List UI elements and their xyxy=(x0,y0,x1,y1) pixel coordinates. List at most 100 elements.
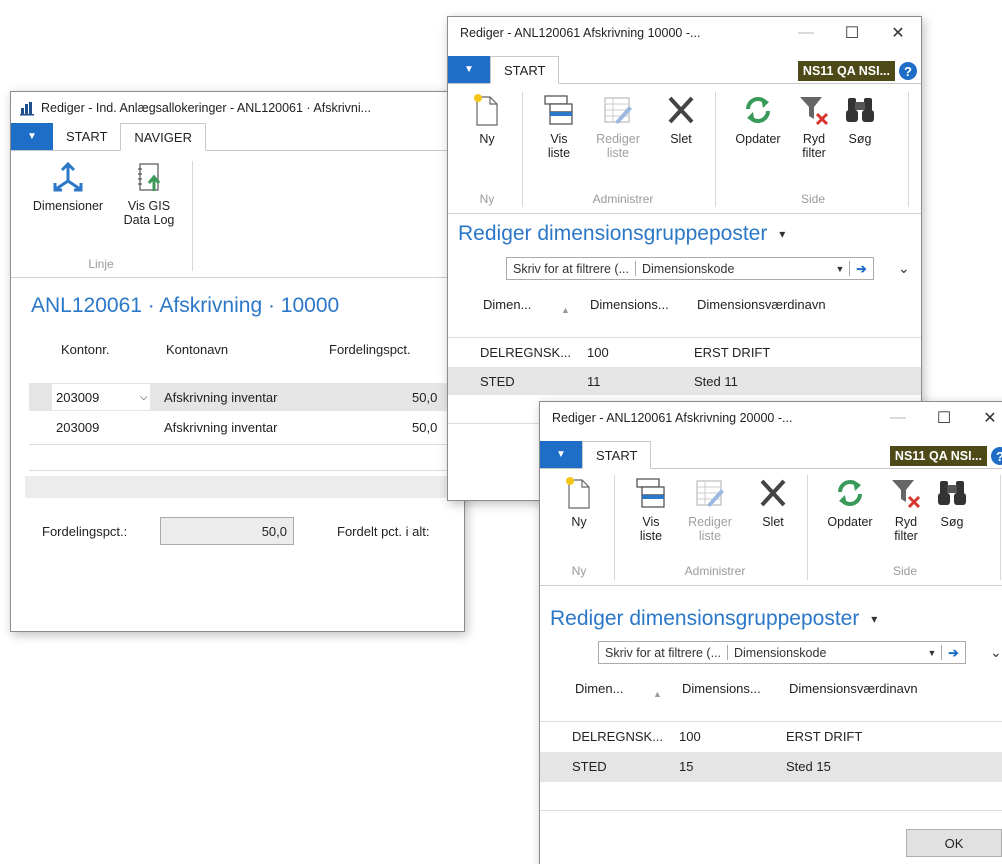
cell-dimensionskode: DELREGNSK... xyxy=(572,729,664,744)
caret-down-icon[interactable]: ▾ xyxy=(871,612,877,626)
table-row[interactable]: DELREGNSK... 100 ERST DRIFT xyxy=(448,338,921,366)
table-row[interactable]: 203009 ⌵ Afskrivning inventar 50,0 xyxy=(11,383,464,411)
column-dimensionsvaerdikode[interactable]: Dimensions... xyxy=(682,681,761,696)
list-view-icon xyxy=(544,95,573,125)
ny-button[interactable]: Ny xyxy=(468,92,506,146)
chevron-down-icon[interactable]: ⌵ xyxy=(140,392,148,403)
row-divider xyxy=(540,810,1002,811)
opdater-label: Opdater xyxy=(827,515,873,529)
app-menu-button[interactable]: ▼ xyxy=(540,441,582,468)
maximize-icon[interactable]: ☐ xyxy=(829,17,875,48)
column-dimensionsvaerdinavn[interactable]: Dimensionsværdinavn xyxy=(789,681,918,696)
close-icon[interactable]: ✕ xyxy=(875,17,921,48)
filter-field-select[interactable]: Dimensionskode xyxy=(635,261,831,276)
table-row[interactable]: DELREGNSK... 100 ERST DRIFT xyxy=(540,722,1002,750)
help-icon[interactable]: ? xyxy=(991,447,1002,465)
group-side: Side xyxy=(892,564,918,578)
rediger-liste-button[interactable]: Rediger liste xyxy=(680,475,740,543)
horizontal-scrollbar[interactable] xyxy=(25,476,464,498)
page-title: Rediger dimensionsgruppeposter ▾ xyxy=(458,222,785,246)
slet-button[interactable]: Slet xyxy=(658,92,704,146)
edit-list-icon xyxy=(604,97,632,124)
filter-input[interactable]: Skriv for at filtrere (... xyxy=(507,262,635,276)
column-dimensionsvaerdikode[interactable]: Dimensions... xyxy=(590,297,669,312)
title-bar[interactable]: Rediger - ANL120061 Afskrivning 10000 -.… xyxy=(448,17,921,48)
column-fordelingspct[interactable]: Fordelingspct. xyxy=(329,342,411,357)
rediger-liste-button[interactable]: Rediger liste xyxy=(588,92,648,160)
filter-box[interactable]: Skriv for at filtrere (... Dimensionskod… xyxy=(506,257,874,280)
caret-down-icon[interactable]: ▾ xyxy=(779,227,785,241)
dimensioner-label: Dimensioner xyxy=(32,199,104,213)
cell-kontonr[interactable]: 203009 xyxy=(56,390,99,405)
close-icon[interactable]: ✕ xyxy=(967,402,1002,433)
opdater-button[interactable]: Opdater xyxy=(726,92,790,146)
window-title: Rediger - ANL120061 Afskrivning 20000 -.… xyxy=(552,410,793,425)
slet-label: Slet xyxy=(762,515,784,529)
expand-chevron-icon[interactable]: ⌄ xyxy=(898,260,910,277)
tab-start[interactable]: START xyxy=(53,123,120,150)
new-document-icon xyxy=(566,477,590,509)
minimize-icon[interactable]: — xyxy=(783,17,829,48)
tab-naviger[interactable]: NAVIGER xyxy=(120,123,206,151)
ny-button[interactable]: Ny xyxy=(560,475,598,529)
arrow-right-icon[interactable]: ➔ xyxy=(941,645,965,660)
rediger-label-1: Rediger xyxy=(596,132,640,146)
slet-button[interactable]: Slet xyxy=(750,475,796,529)
ribbon-separator xyxy=(908,92,909,207)
vis-gis-label-1: Vis GIS xyxy=(127,199,171,213)
arrow-right-icon[interactable]: ➔ xyxy=(849,261,873,276)
table-row[interactable]: STED 11 Sted 11 xyxy=(448,367,921,395)
sort-indicator-icon[interactable]: ▲ xyxy=(653,689,662,699)
filter-box[interactable]: Skriv for at filtrere (... Dimensionskod… xyxy=(598,641,966,664)
column-kontonavn[interactable]: Kontonavn xyxy=(166,342,228,357)
dimensioner-button[interactable]: Dimensioner xyxy=(23,161,113,213)
app-menu-button[interactable]: ▼ xyxy=(11,123,53,150)
chevron-down-icon[interactable]: ▼ xyxy=(831,264,849,274)
allocation-window: Rediger - Ind. Anlægsallokeringer - ANL1… xyxy=(10,91,465,632)
vis-liste-button[interactable]: Vis liste xyxy=(628,475,674,543)
maximize-icon[interactable]: ☐ xyxy=(921,402,967,433)
title-bar[interactable]: Rediger - Ind. Anlægsallokeringer - ANL1… xyxy=(11,92,464,123)
column-dimensionsvaerdinavn[interactable]: Dimensionsværdinavn xyxy=(697,297,826,312)
column-kontonr[interactable]: Kontonr. xyxy=(61,342,109,357)
table-row[interactable]: STED 15 Sted 15 xyxy=(540,752,1002,782)
column-dimensionskode[interactable]: Dimen... xyxy=(483,297,531,312)
table-row[interactable]: 203009 Afskrivning inventar 50,0 xyxy=(11,413,464,441)
vis-liste-button[interactable]: Vis liste xyxy=(536,92,582,160)
filter-input[interactable]: Skriv for at filtrere (... xyxy=(599,646,727,660)
ok-button[interactable]: OK xyxy=(906,829,1002,857)
tab-start[interactable]: START xyxy=(582,441,652,469)
filter-field-select[interactable]: Dimensionskode xyxy=(727,645,923,660)
sort-indicator-icon[interactable]: ▲ xyxy=(561,305,570,315)
cell-fordelingspct: 50,0 xyxy=(412,420,438,435)
group-ny: Ny xyxy=(571,564,587,578)
ribbon-separator xyxy=(614,475,615,580)
vis-label-2: liste xyxy=(639,529,663,543)
ribbon-separator xyxy=(522,92,523,207)
company-badge[interactable]: NS11 QA NSI... xyxy=(797,61,895,81)
sog-button[interactable]: Søg xyxy=(932,475,972,529)
fordelt-field xyxy=(464,517,465,545)
ny-label: Ny xyxy=(479,132,495,146)
window-title: Rediger - Ind. Anlægsallokeringer - ANL1… xyxy=(41,100,372,115)
cell-dimensionsvaerdikode: 100 xyxy=(587,345,609,360)
footer-label-fordelingspct: Fordelingspct.: xyxy=(42,524,128,539)
company-badge[interactable]: NS11 QA NSI... xyxy=(889,446,987,466)
vis-gis-data-log-button[interactable]: Vis GIS Data Log xyxy=(114,161,184,227)
sog-button[interactable]: Søg xyxy=(840,92,880,146)
minimize-icon[interactable]: — xyxy=(875,402,921,433)
opdater-button[interactable]: Opdater xyxy=(818,475,882,529)
chevron-down-icon[interactable]: ▼ xyxy=(923,648,941,658)
app-menu-button[interactable]: ▼ xyxy=(448,56,490,83)
expand-chevron-icon[interactable]: ⌄ xyxy=(990,644,1002,661)
column-dimensionskode[interactable]: Dimen... xyxy=(575,681,623,696)
tab-start[interactable]: START xyxy=(490,56,560,84)
cell-dimensionsvaerdikode: 15 xyxy=(679,759,694,774)
fordelingspct-value: 50,0 xyxy=(261,524,287,539)
title-bar[interactable]: Rediger - ANL120061 Afskrivning 20000 -.… xyxy=(540,402,1002,433)
ryd-filter-button[interactable]: Ryd filter xyxy=(792,92,836,160)
help-icon[interactable]: ? xyxy=(899,62,917,80)
ryd-filter-button[interactable]: Ryd filter xyxy=(884,475,928,543)
app-icon xyxy=(19,99,35,116)
new-document-icon xyxy=(474,94,498,126)
